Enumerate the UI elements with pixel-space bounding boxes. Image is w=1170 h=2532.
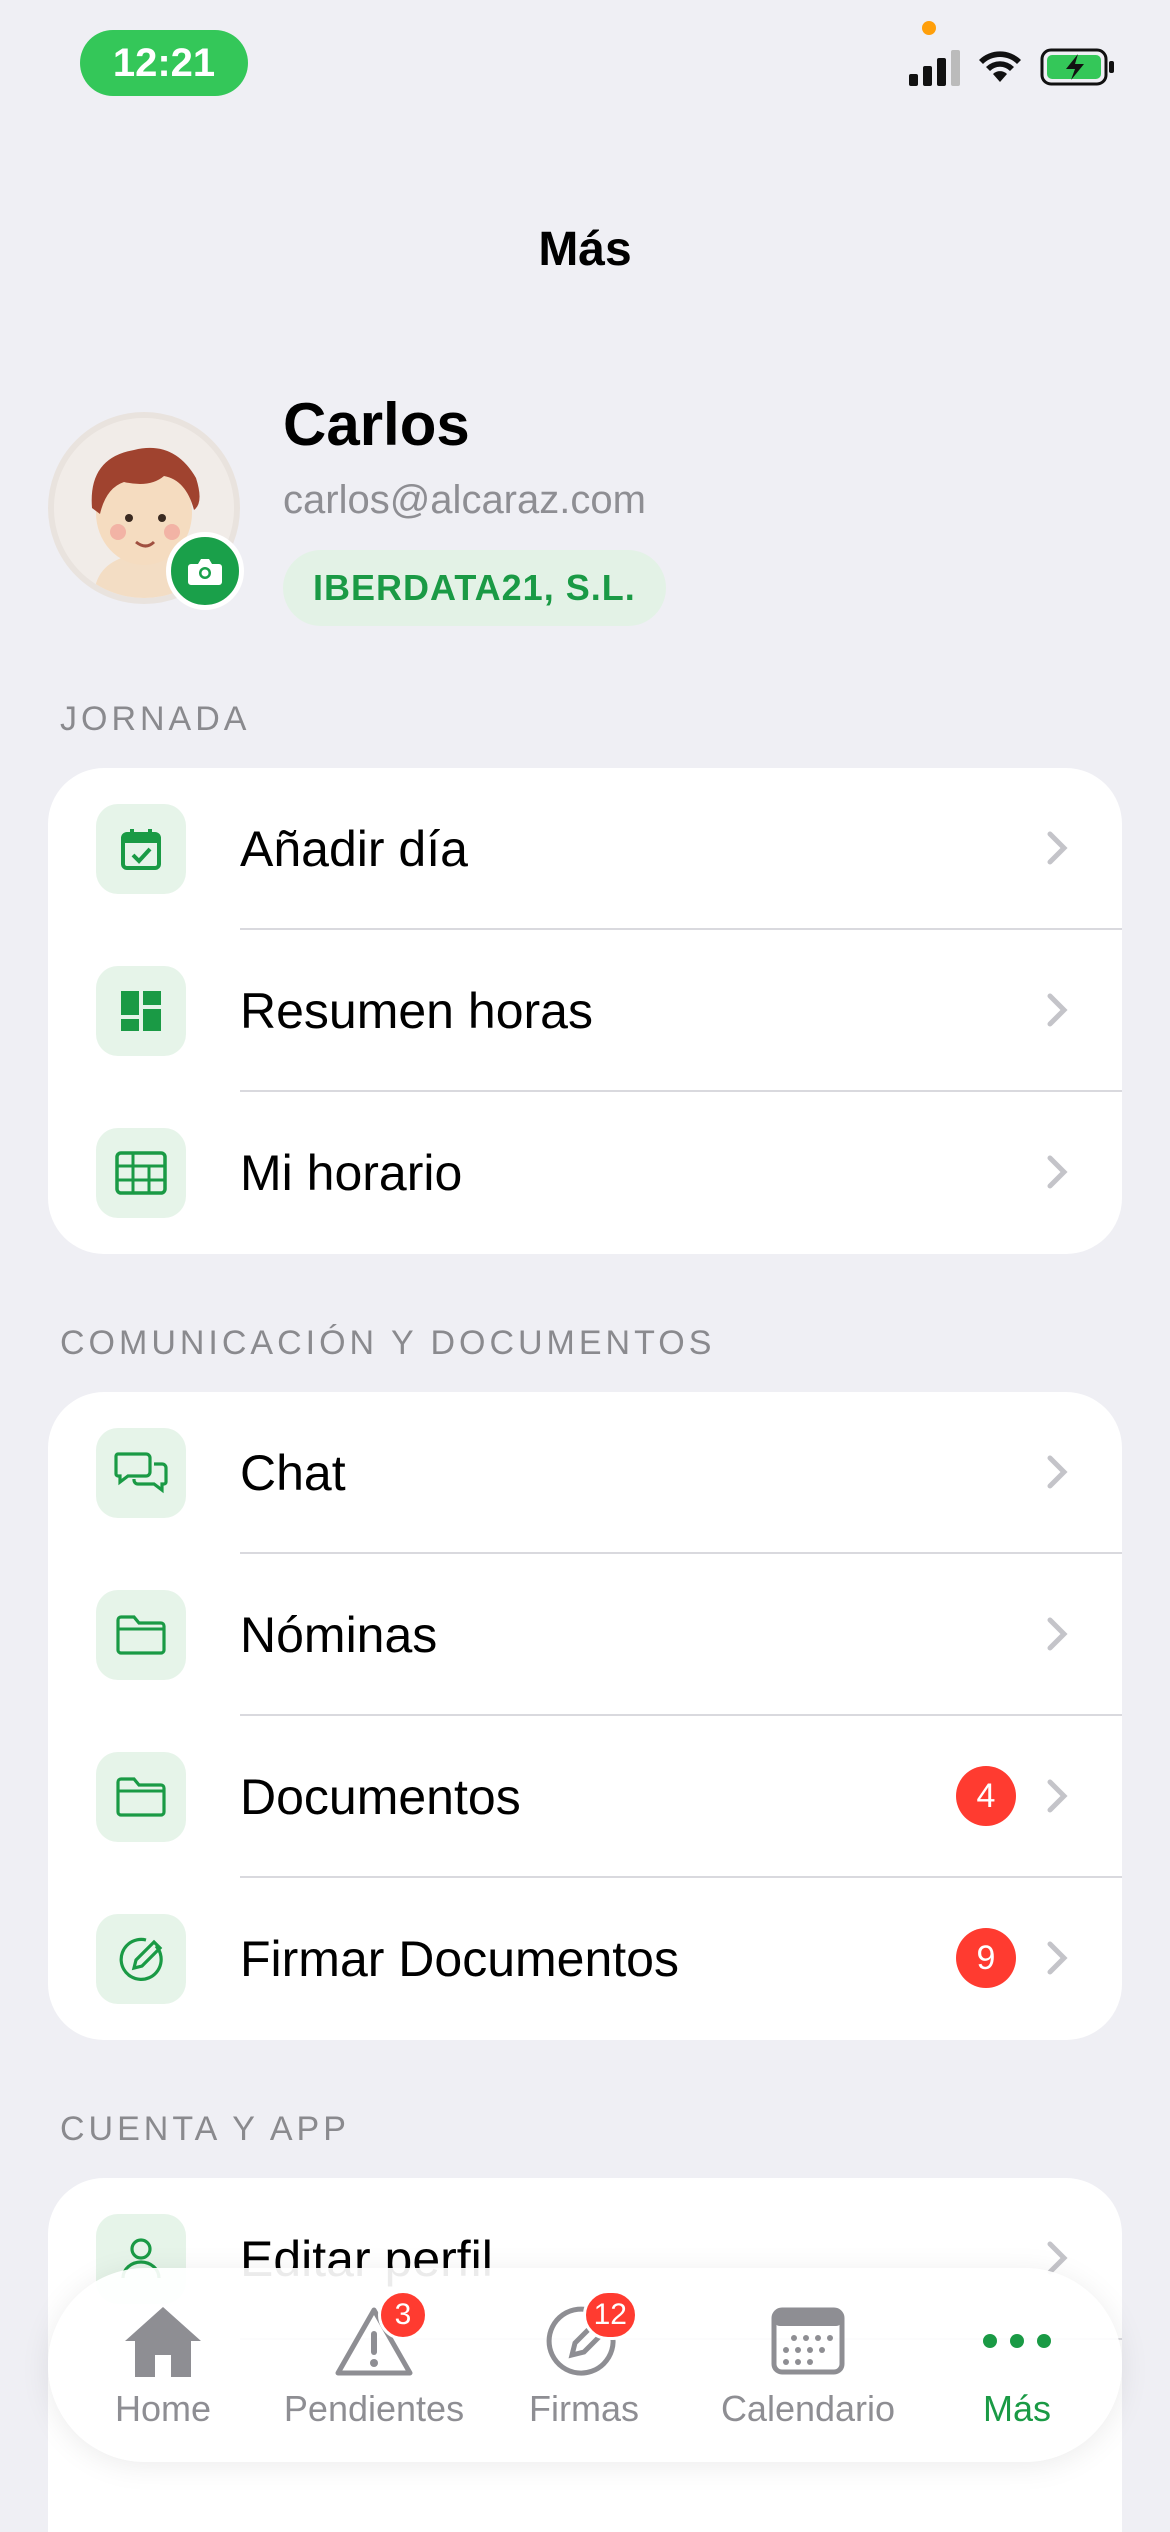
tab-mas[interactable]: Más [922,2268,1112,2462]
page-title: Más [538,223,632,276]
company-badge: IBERDATA21, S.L. [283,550,666,626]
folder-icon [96,1590,186,1680]
chat-bubbles-icon [96,1428,186,1518]
tab-label: Pendientes [283,2388,465,2429]
tab-firmas[interactable]: 12 Firmas [484,2268,684,2462]
folder-icon [96,1752,186,1842]
menu-row-documentos[interactable]: Documentos 4 [48,1716,1122,1878]
menu-row-label: Nóminas [240,1607,438,1663]
menu-row-label: Mi horario [240,1145,463,1201]
tab-label: Home [114,2388,212,2429]
tab-calendario[interactable]: Calendario [700,2268,916,2462]
calendar-check-icon [96,804,186,894]
profile-name: Carlos [283,391,470,458]
menu-row-label: Chat [240,1445,346,1501]
menu-row-label: Resumen horas [240,983,593,1039]
more-dots-icon [967,2300,1067,2382]
menu-row-resumen-horas[interactable]: Resumen horas [48,930,1122,1092]
privacy-indicator-dot [922,21,936,35]
count-badge: 9 [956,1928,1016,1988]
change-photo-button[interactable] [166,532,244,610]
chevron-right-icon [1047,1779,1068,1813]
wifi-icon [979,51,1021,82]
tab-label: Calendario [720,2388,896,2429]
chevron-right-icon [1047,1155,1068,1189]
menu-row-label: Firmar Documentos [240,1931,679,1987]
profile-email: carlos@alcaraz.com [283,478,646,522]
count-badge: 4 [956,1766,1016,1826]
status-icons [909,48,1116,86]
chevron-right-icon [1047,1455,1068,1489]
camera-icon [188,559,222,585]
tab-label: Firmas [529,2388,639,2429]
chevron-right-icon [1047,1941,1068,1975]
signature-icon [96,1914,186,2004]
status-time: 12:21 [80,30,248,96]
menu-row-label: Añadir día [240,821,468,877]
section-header-comunicacion: COMUNICACIÓN Y DOCUMENTOS [60,1324,716,1362]
card-comunicacion: Chat Nóminas Documentos 4 Firmar Documen… [48,1392,1122,2040]
tab-home[interactable]: Home [68,2268,258,2462]
cellular-signal-icon [909,48,960,86]
dashboard-icon [96,966,186,1056]
table-icon [96,1128,186,1218]
battery-charging-icon [1040,48,1114,86]
chevron-right-icon [1047,831,1068,865]
section-header-jornada: JORNADA [60,700,251,738]
tab-badge: 12 [582,2290,638,2340]
section-header-cuenta: CUENTA Y APP [60,2110,350,2148]
menu-row-mi-horario[interactable]: Mi horario [48,1092,1122,1254]
warning-icon: 3 [324,2290,428,2382]
menu-row-chat[interactable]: Chat [48,1392,1122,1554]
house-icon [113,2300,213,2382]
menu-row-nominas[interactable]: Nóminas [48,1554,1122,1716]
tab-bar: Home 3 Pendientes 12 Firmas Calendario M… [48,2268,1122,2462]
tab-pendientes[interactable]: 3 Pendientes [274,2268,474,2462]
card-jornada: Añadir día Resumen horas Mi horario [48,768,1122,1254]
signature-icon: 12 [534,2290,638,2382]
menu-row-anadir-dia[interactable]: Añadir día [48,768,1122,930]
calendar-icon [758,2300,858,2382]
menu-row-label: Documentos [240,1769,521,1825]
chevron-right-icon [1047,1617,1068,1651]
chevron-right-icon [1047,993,1068,1027]
tab-badge: 3 [378,2290,428,2340]
menu-row-firmar-documentos[interactable]: Firmar Documentos 9 [48,1878,1122,2040]
tab-label: Más [982,2388,1051,2429]
